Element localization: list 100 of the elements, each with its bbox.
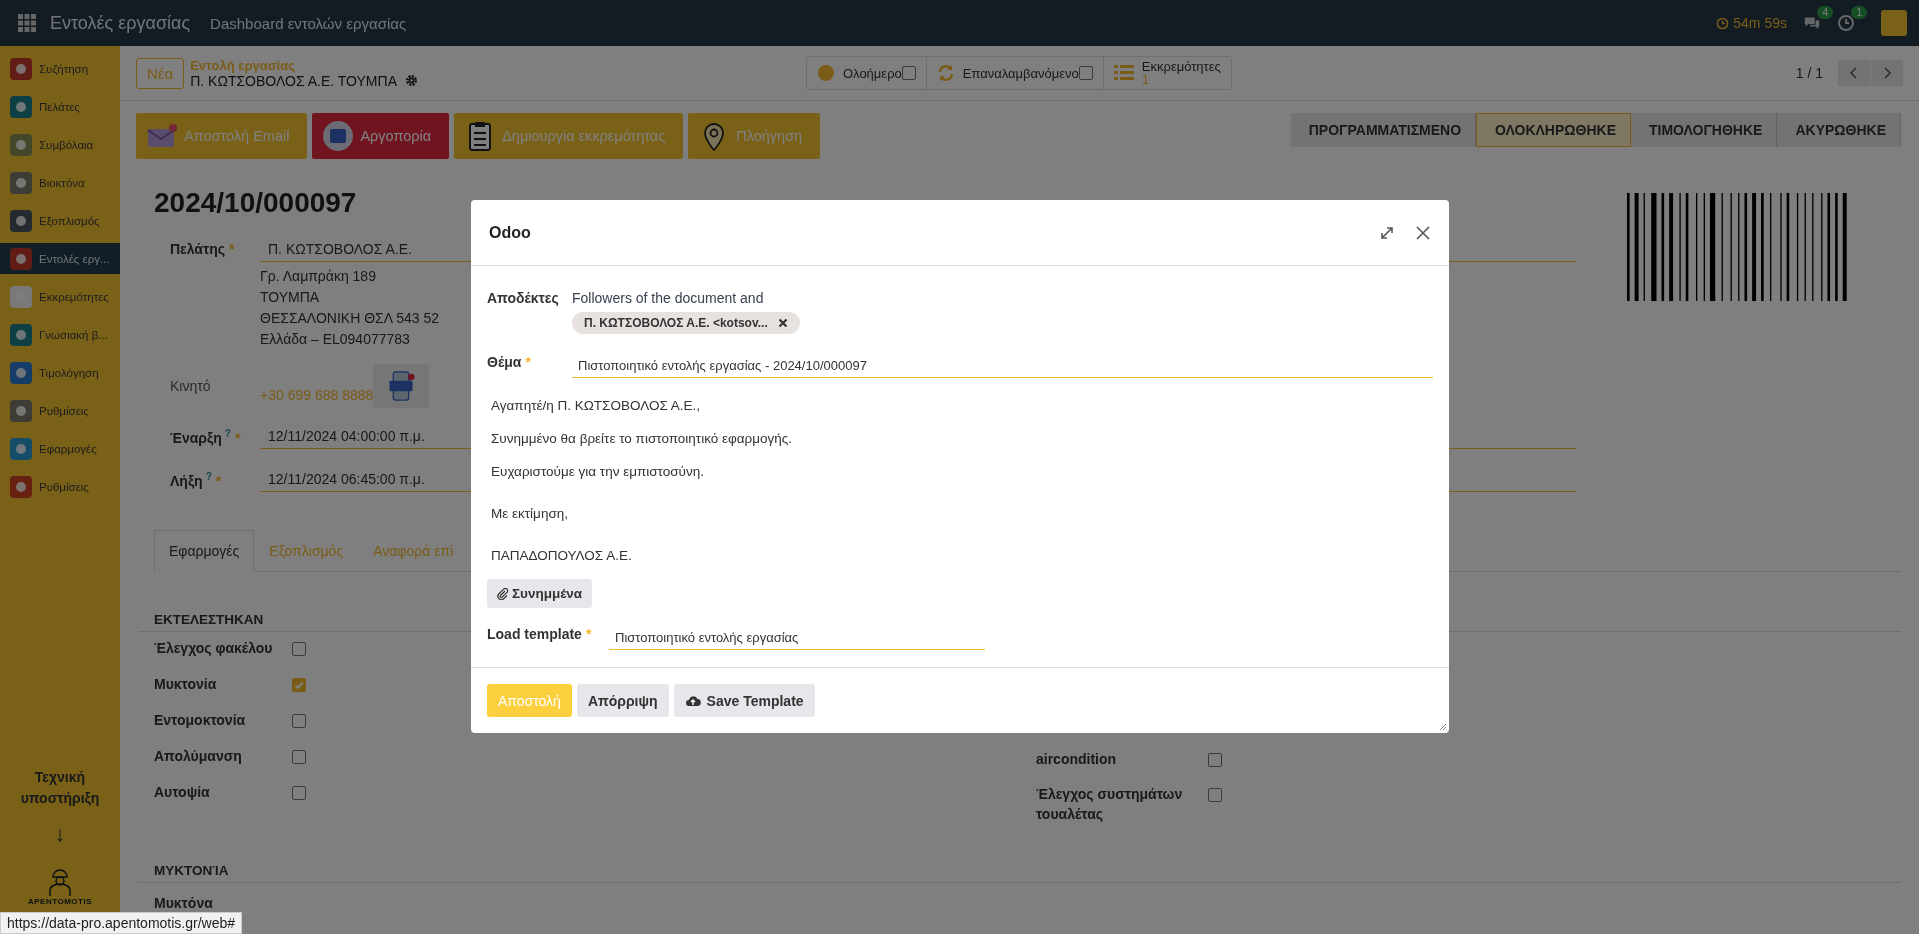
field-label: Έναρξη <box>170 429 222 446</box>
link-preview-url: https://data-pro.apentomotis.gr/web# <box>0 912 243 934</box>
checkbox-label: Έλεγχος συστημάτων τουαλέτας <box>1036 785 1184 824</box>
chevron-right-icon <box>1881 67 1893 79</box>
required-mark: * <box>215 472 222 489</box>
pager-value: 1 / 1 <box>1795 65 1823 81</box>
breadcrumb-link[interactable]: Εντολή εργασίας <box>190 57 418 73</box>
sidebar-item[interactable]: Ρυθμίσεις <box>0 395 120 426</box>
checkbox-label: Απολύμανση <box>154 747 243 766</box>
required-mark: * <box>525 354 531 370</box>
field-label: Κινητό <box>170 378 211 394</box>
field-label: Πελάτης <box>170 241 226 257</box>
checkbox[interactable] <box>292 750 306 764</box>
toggle-label: Επαναλαμβανόμενο <box>962 65 1079 81</box>
sidebar-item[interactable]: Εφαρμογές <box>0 433 120 464</box>
previous-button[interactable] <box>1838 60 1870 86</box>
address-line: Ελλάδα – EL094077783 <box>260 330 410 349</box>
form-tab[interactable]: Αναφορά επί <box>358 530 469 572</box>
notification-badge: 4 <box>1817 6 1833 19</box>
address-line: ΘΕΣΣΑΛΟΝΙΚΗ ΘΣΛ 543 52 <box>260 309 439 328</box>
count: 1 <box>1141 73 1150 86</box>
field-label: Αποδέκτες <box>487 290 560 308</box>
toggle-label: Εκκρεμότητες <box>1141 60 1221 73</box>
action-button[interactable]: Δημιουργία εκκρεμότητας <box>454 113 684 159</box>
paperclip-icon <box>497 587 509 600</box>
sidebar-item[interactable]: Ρυθμίσεις <box>0 471 120 502</box>
status-stage[interactable]: ΟΛΟΚΛΗΡΩΘΗΚΕ <box>1476 113 1631 147</box>
message-paragraph: Ευχαριστούμε για την εμπιστοσύνη. <box>491 463 705 481</box>
field-label: Λήξη <box>170 472 203 489</box>
circle-icon <box>816 64 835 82</box>
section-title: ΜΥΚΤΟΝΊΑ <box>138 863 1901 883</box>
list-icon <box>1113 64 1134 82</box>
template-field[interactable]: Πιστοποιητικό εντολής εργασίας <box>609 626 985 650</box>
action-button[interactable]: Αργοπορία <box>312 113 450 159</box>
checkmark-icon <box>293 679 305 691</box>
address-line: Γρ. Λαμπράκη 189 <box>260 267 376 286</box>
new-button[interactable]: Νέα <box>136 57 185 89</box>
checkbox[interactable] <box>292 786 306 800</box>
notification-badge: 1 <box>1851 6 1867 19</box>
sidebar-item[interactable]: Βιοκτόνα <box>0 167 120 198</box>
checkbox-label: Εντομοκτονία <box>154 711 247 730</box>
form-tab[interactable]: Εφαρμογές <box>154 530 255 572</box>
required-mark: * <box>234 429 241 446</box>
subject-field[interactable]: Πιστοποιητικό εντολής εργασίας - 2024/10/000097 <box>572 354 1433 378</box>
timer[interactable]: 54m 59s <box>1716 15 1787 31</box>
sidebar-item[interactable]: Εκκρεμότητες <box>0 281 120 312</box>
required-mark: * <box>229 241 235 257</box>
field-label: Θέμα <box>487 354 522 370</box>
help-mark[interactable]: ? <box>224 428 231 439</box>
checkbox[interactable] <box>1078 66 1093 80</box>
nav-menu-item[interactable]: Dashboard εντολών εργασίας <box>210 14 407 32</box>
recipient-tag[interactable]: Π. ΚΩΤΣΟΒΟΛΟΣ Α.Ε. <kotsov... <box>572 312 800 334</box>
close-icon[interactable] <box>1415 224 1431 241</box>
down-arrow: ↓ <box>53 821 67 847</box>
chevron-left-icon <box>1848 67 1860 79</box>
field-label: Μυκτόνα <box>154 894 214 913</box>
action-button[interactable]: Αποστολή Email <box>136 113 308 159</box>
checkbox-label: Μυκτονία <box>154 675 218 694</box>
next-button[interactable] <box>1871 60 1903 86</box>
message-paragraph: ΠΑΠΑΔΟΠΟΥΛΟΣ Α.Ε. <box>491 547 633 565</box>
sidebar-item[interactable]: Συμβόλαια <box>0 129 120 160</box>
phone-link[interactable]: +30 699 688 8888 <box>260 387 374 403</box>
action-button[interactable]: Πλοήγηση <box>688 113 821 159</box>
dialog-button[interactable]: Save Template <box>673 684 815 717</box>
expand-icon[interactable] <box>1379 224 1395 241</box>
address-line: ΤΟΥΜΠΑ <box>260 288 320 307</box>
attachments-button[interactable]: Συνημμένα <box>487 579 593 608</box>
resize-handle-icon[interactable] <box>1437 721 1447 731</box>
sidebar-item[interactable]: Εντολές εργ... <box>0 243 120 274</box>
message-editor[interactable]: Αγαπητέ/η Π. ΚΩΤΣΟΒΟΛΟΣ Α.Ε., Συνημμένο θα βρείτε το πιστοποιητικό εφαρμογής. Ευχαριστούμε για την εμπιστοσύνη. Με εκτίμηση, ΠΑΠΑΔΟΠΟΥΛΟΣ Α.Ε. <box>487 378 1433 566</box>
sidebar-item[interactable]: Τιμολόγηση <box>0 357 120 388</box>
record-title: 2024/10/000097 <box>154 187 358 219</box>
company-logo: APENTOMOTIS <box>0 865 120 906</box>
checkbox-label: Αυτοψία <box>154 783 211 802</box>
dialog-button[interactable]: Αποστολή <box>487 684 572 717</box>
remove-icon[interactable] <box>777 318 788 328</box>
clock-icon[interactable] <box>1837 14 1855 32</box>
dialog-title: Odoo <box>489 223 531 242</box>
recipients-text: Followers of the document and <box>572 290 765 306</box>
record-name: Π. ΚΩΤΣΟΒΟΛΟΣ Α.Ε. ΤΟΥΜΠΑ <box>190 72 397 89</box>
dialog-button[interactable]: Απόρριψη <box>576 684 669 717</box>
checkbox[interactable] <box>1208 753 1222 767</box>
help-mark[interactable]: ? <box>205 471 212 482</box>
support-label[interactable]: Τεχνική υποστήριξη <box>0 767 120 809</box>
checkbox[interactable] <box>1208 788 1222 802</box>
apps-grid-icon[interactable] <box>18 14 36 32</box>
sidebar-item[interactable]: Γνωσιακή β... <box>0 319 120 350</box>
message-paragraph: Αγαπητέ/η Π. ΚΩΤΣΟΒΟΛΟΣ Α.Ε., <box>491 397 702 415</box>
sidebar-item[interactable]: Εξοπλισμός <box>0 205 120 236</box>
checkbox[interactable] <box>292 678 306 692</box>
toggle-label: Ολοήμερο <box>842 65 902 81</box>
message-paragraph: Συνημμένο θα βρείτε το πιστοποιητικό εφαρμογής. <box>491 430 794 448</box>
app-title[interactable]: Εντολές εργασίας <box>50 12 191 34</box>
sms-button[interactable] <box>373 364 430 408</box>
checkbox[interactable] <box>901 66 916 80</box>
sidebar-item[interactable]: Συζήτηση <box>0 53 120 84</box>
checkbox[interactable] <box>292 642 306 656</box>
sidebar-item[interactable]: Πελάτες <box>0 91 120 122</box>
form-tab[interactable]: Εξοπλισμός <box>254 530 359 572</box>
checkbox[interactable] <box>292 714 306 728</box>
